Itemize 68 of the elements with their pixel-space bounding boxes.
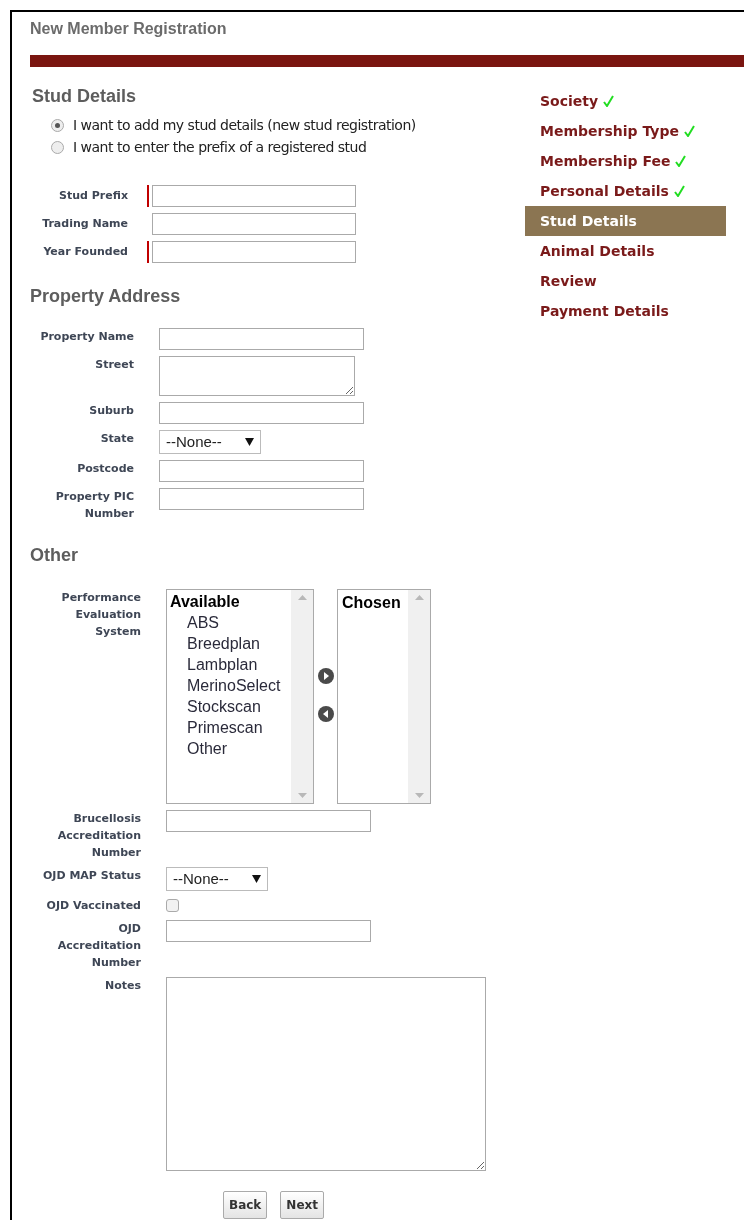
text-field[interactable] — [152, 185, 356, 207]
scroll-up-icon[interactable] — [297, 595, 307, 600]
move-right-icon[interactable] — [317, 668, 334, 684]
scroll-down-icon[interactable] — [297, 793, 307, 798]
field-label: State — [99, 431, 134, 447]
section-heading: Other — [30, 544, 79, 567]
caret-icon — [252, 875, 261, 883]
text-field[interactable] — [152, 241, 356, 263]
notes-field[interactable] — [166, 977, 486, 1171]
list-option[interactable]: ABS — [170, 612, 291, 633]
field-label: Year Founded — [42, 244, 128, 260]
available-list[interactable]: Available ABS Breedplan Lambplan MerinoSelect Stockscan Primescan Other — [166, 589, 314, 804]
nav-button[interactable]: Next — [280, 1191, 324, 1219]
radio-button[interactable] — [51, 140, 64, 154]
text-field[interactable] — [159, 460, 364, 482]
field-label: Trading Name — [41, 216, 128, 232]
section-heading: Property Address — [30, 285, 182, 308]
nav-button[interactable]: Back — [223, 1191, 268, 1219]
scroll-down-icon[interactable] — [414, 793, 424, 798]
text-field[interactable] — [159, 488, 364, 510]
field-label: Performance Evaluation System — [60, 590, 141, 640]
step-item[interactable]: Membership Fee — [525, 146, 726, 176]
radio-label: I want to add my stud details (new stud registration) — [73, 116, 416, 134]
move-left-icon[interactable] — [317, 706, 334, 722]
text-field[interactable] — [166, 920, 371, 942]
checkbox[interactable] — [166, 899, 179, 912]
field-label: Property PIC Number — [54, 489, 134, 522]
list-option[interactable]: Lambplan — [170, 654, 291, 675]
caret-icon — [245, 438, 254, 446]
step-item[interactable]: Membership Type — [525, 116, 726, 146]
list-option[interactable]: Primescan — [170, 717, 291, 738]
text-field[interactable] — [159, 402, 364, 424]
list-option[interactable]: Other — [170, 738, 291, 759]
text-field[interactable] — [152, 213, 356, 235]
field-label: Postcode — [76, 461, 134, 477]
list-option[interactable]: Breedplan — [170, 633, 291, 654]
dropdown[interactable]: --None-- — [166, 867, 268, 891]
radio-label: I want to enter the prefix of a registered stud — [73, 138, 367, 156]
field-label: Stud Prefix — [58, 188, 128, 204]
radio-button[interactable] — [51, 118, 64, 132]
list-option[interactable]: Stockscan — [170, 696, 291, 717]
field-label: Suburb — [88, 403, 134, 419]
field-label: Street — [94, 357, 134, 373]
field-label: OJD Accreditation Number — [56, 921, 141, 971]
scroll-up-icon[interactable] — [414, 595, 424, 600]
section-heading: Stud Details — [32, 85, 138, 108]
page-title: New Member Registration — [29, 19, 228, 39]
step-item[interactable]: Personal Details — [525, 176, 726, 206]
scrollbar[interactable] — [408, 590, 430, 803]
field-label: Notes — [103, 978, 141, 994]
scrollbar[interactable] — [291, 590, 313, 803]
step-item[interactable]: Stud Details — [525, 206, 726, 236]
field-label: OJD Vaccinated — [45, 898, 141, 914]
street-field[interactable] — [159, 356, 355, 396]
list-heading: Chosen — [342, 594, 401, 611]
field-label: Brucellosis Accreditation Number — [56, 811, 141, 861]
list-heading: Available — [170, 592, 241, 612]
text-field[interactable] — [159, 328, 364, 350]
step-item[interactable]: Society — [525, 86, 726, 116]
text-field[interactable] — [166, 810, 371, 832]
dropdown[interactable]: --None-- — [159, 430, 261, 454]
step-item[interactable]: Payment Details — [525, 296, 726, 326]
chosen-list[interactable]: Chosen — [337, 589, 431, 804]
field-label: Property Name — [39, 329, 134, 345]
step-item[interactable]: Review — [525, 266, 726, 296]
step-item[interactable]: Animal Details — [525, 236, 726, 266]
list-option[interactable]: MerinoSelect — [170, 675, 291, 696]
field-label: OJD MAP Status — [42, 868, 141, 884]
